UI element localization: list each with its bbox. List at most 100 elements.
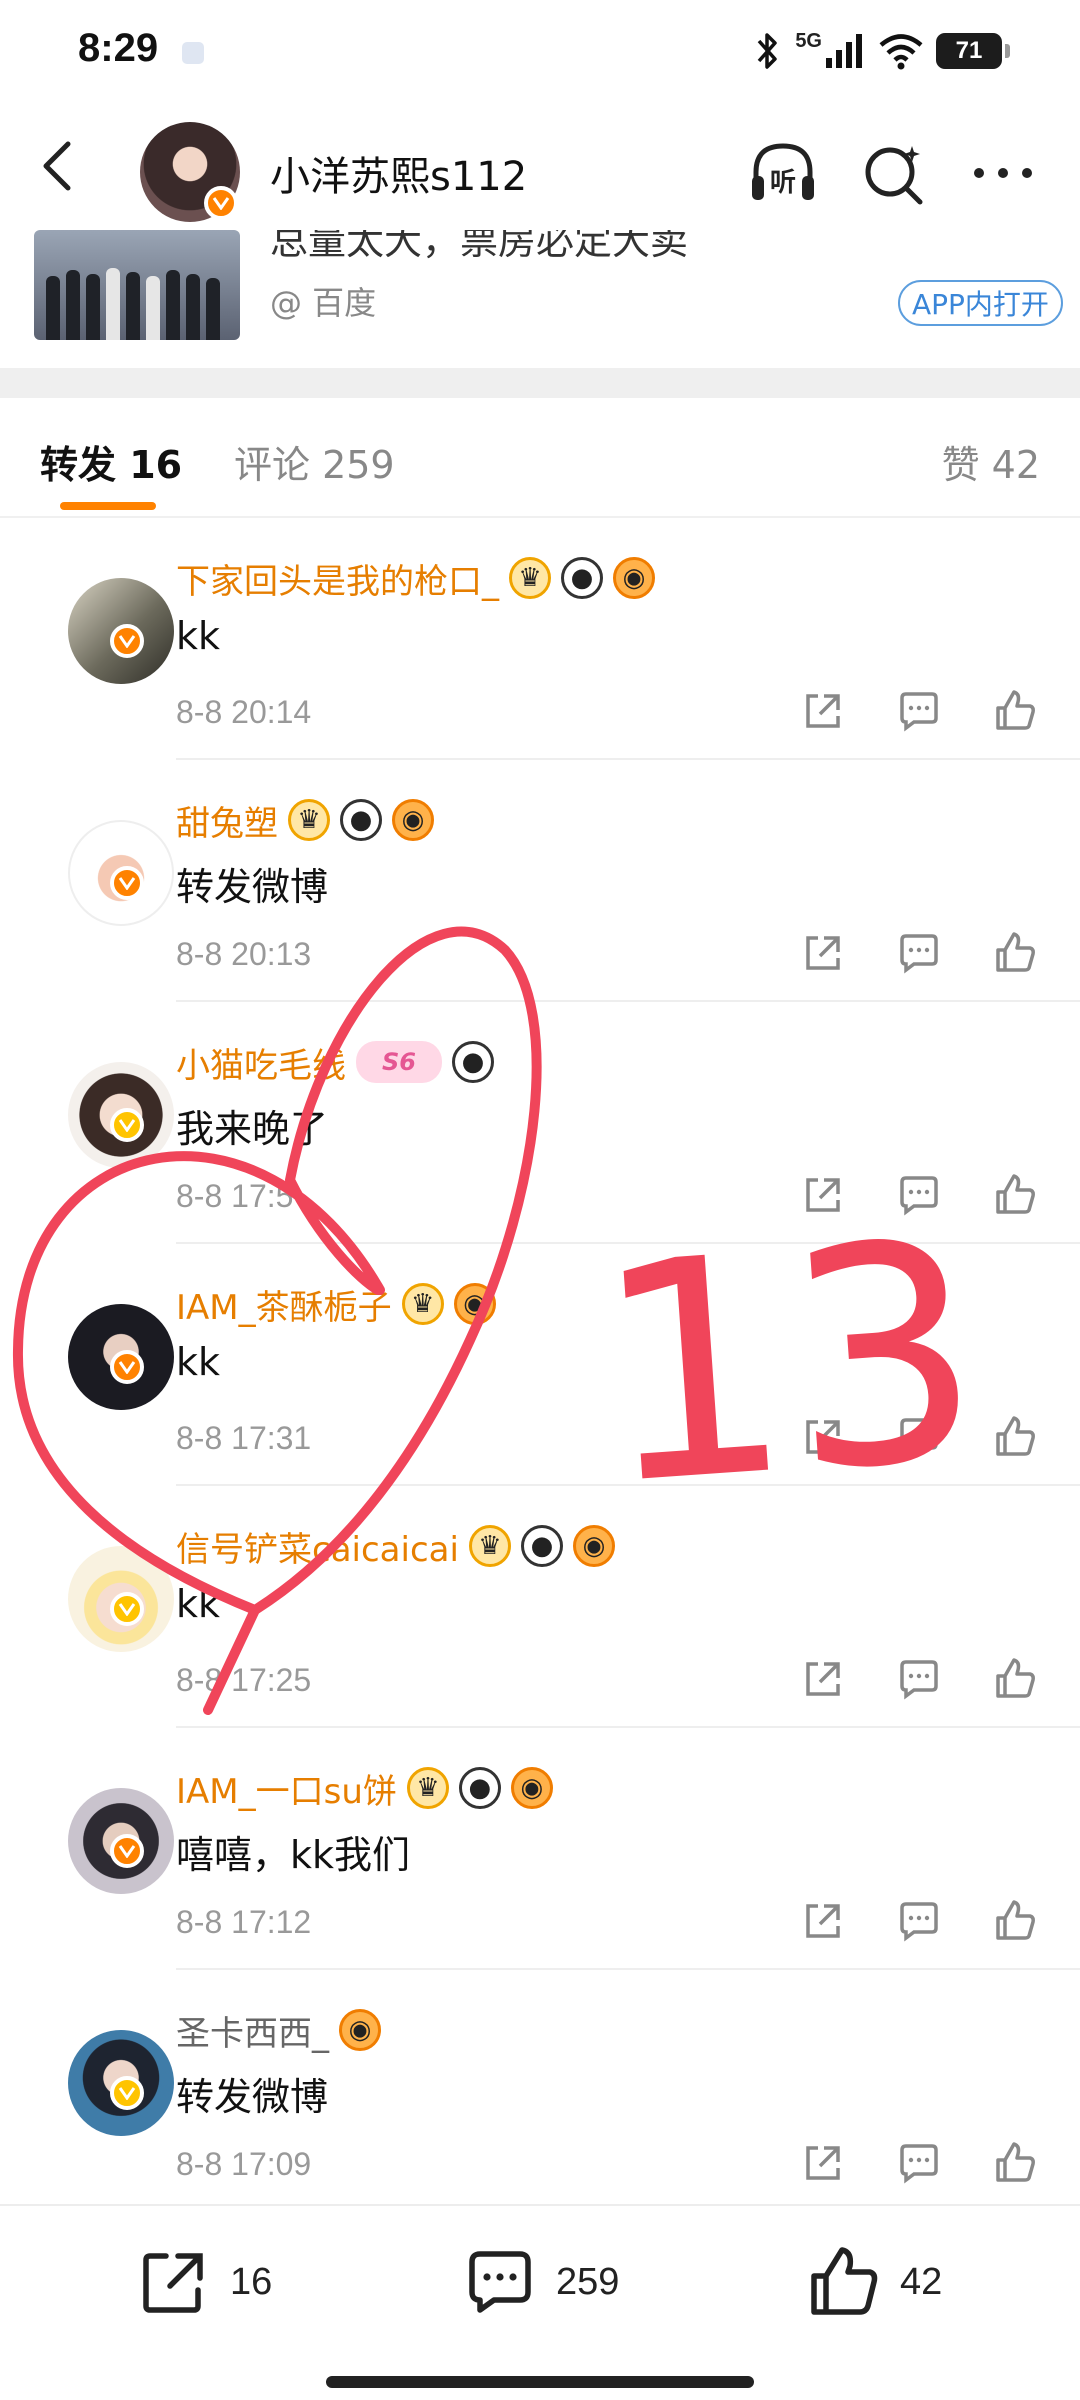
status-indicators: 5G 71 (753, 28, 1010, 74)
share-icon[interactable] (800, 1414, 846, 1460)
crown-medal-icon: ♛ (401, 1283, 444, 1325)
list-item[interactable]: 信号铲菜caicaicai ♛ ● ◉ kk 8-8 17:25 (0, 1486, 1080, 1728)
top-nav-bar: 小洋苏熙s112 听 (0, 100, 1080, 230)
status-time: 8:29 (78, 26, 159, 70)
comment-icon[interactable] (896, 930, 942, 976)
verified-badge-icon (110, 1350, 144, 1384)
share-icon[interactable] (800, 930, 846, 976)
panda-icon: ● (458, 1767, 501, 1809)
battery-icon: 71 (936, 33, 1010, 69)
timestamp: 8-8 20:13 (176, 936, 312, 972)
battery-level: 71 (955, 37, 983, 64)
like-count: 42 (900, 2260, 943, 2303)
username[interactable]: 圣卡西西_ (176, 2006, 329, 2055)
author-name[interactable]: 小洋苏熙s112 (270, 144, 527, 202)
thumbs-up-icon[interactable] (992, 930, 1038, 976)
verified-badge-icon (110, 624, 144, 658)
open-in-app-button[interactable]: APP内打开 (898, 280, 1063, 326)
fish-icon: ◉ (392, 799, 434, 841)
comment-icon[interactable] (896, 2140, 942, 2186)
crown-medal-icon: ♛ (509, 557, 551, 599)
repost-button[interactable]: 16 (136, 2242, 272, 2322)
level-badge: S6 (356, 1041, 442, 1083)
active-tab-indicator (60, 502, 156, 510)
timestamp: 8-8 17:09 (176, 2146, 312, 2182)
tab-likes[interactable]: 赞 42 (942, 434, 1040, 489)
comment-count: 259 (556, 2260, 620, 2303)
username[interactable]: 信号铲菜caicaicai (176, 1522, 459, 1571)
fish-icon: ◉ (572, 1525, 615, 1567)
wifi-icon (879, 34, 923, 70)
list-item[interactable]: 下家回头是我的枪口_ ♛ ● ◉ kk 8-8 20:14 (0, 518, 1080, 760)
fish-icon: ◉ (510, 1767, 553, 1809)
thumbs-up-icon[interactable] (992, 1898, 1038, 1944)
like-button[interactable]: 42 (806, 2242, 942, 2322)
timestamp: 8-8 17:12 (176, 1904, 312, 1940)
crown-medal-icon: ♛ (288, 799, 330, 841)
home-indicator (326, 2376, 754, 2388)
timestamp: 8-8 20:14 (176, 694, 312, 730)
list-item[interactable]: 圣卡西西_ ◉ 转发微博 8-8 17:09 (0, 1970, 1080, 2212)
share-icon[interactable] (800, 1898, 846, 1944)
thumbs-up-icon[interactable] (992, 1172, 1038, 1218)
username[interactable]: 甜兔塑 (176, 796, 278, 845)
repost-text: 转发微博 (176, 2075, 329, 2119)
comment-icon[interactable] (896, 688, 942, 734)
thumbs-up-icon[interactable] (992, 688, 1038, 734)
verified-badge-icon (110, 2076, 144, 2110)
link-source: @ 百度 (270, 284, 377, 322)
fish-icon: ◉ (453, 1283, 496, 1325)
verified-badge-icon (110, 866, 144, 900)
username[interactable]: 小猫吃毛线 (176, 1038, 346, 1087)
verified-badge-icon (204, 186, 238, 220)
repost-text: 转发微博 (176, 865, 329, 909)
list-item[interactable]: 小猫吃毛线 S6 ● 我来晚了 8-8 17:5 (0, 1002, 1080, 1244)
username[interactable]: IAM_茶酥栀子 (176, 1280, 392, 1329)
thumbs-up-icon (811, 2247, 878, 2315)
verified-badge-icon (110, 1592, 144, 1626)
headphones-listen-icon[interactable]: 听 (746, 136, 820, 210)
thumbs-up-icon[interactable] (992, 1656, 1038, 1702)
username[interactable]: 下家回头是我的枪口_ (176, 554, 499, 603)
list-item[interactable]: IAM_一口su饼 ♛ ● ◉ 嘻嘻，kk我们 8-8 17:12 (0, 1728, 1080, 1970)
repost-list: 下家回头是我的枪口_ ♛ ● ◉ kk 8-8 20:14 甜兔塑 ♛ ● ◉ … (0, 518, 1080, 2212)
comment-icon[interactable] (896, 1172, 942, 1218)
repost-text: 我来晚了 (176, 1107, 329, 1151)
notification-icon (182, 42, 204, 64)
search-icon[interactable] (856, 136, 930, 210)
tab-comments[interactable]: 评论 259 (234, 434, 395, 489)
fish-icon: ◉ (613, 557, 655, 599)
section-divider (0, 368, 1080, 398)
list-item[interactable]: 甜兔塑 ♛ ● ◉ 转发微博 8-8 20:13 (0, 760, 1080, 1002)
share-icon[interactable] (800, 2140, 846, 2186)
fish-icon: ◉ (339, 2009, 381, 2051)
status-bar: 8:29 5G 71 (0, 0, 1080, 100)
interaction-tabs: 转发 16 评论 259 赞 42 (0, 398, 1080, 518)
svg-text:听: 听 (770, 168, 796, 198)
share-icon[interactable] (800, 688, 846, 734)
panda-icon: ● (340, 799, 382, 841)
comment-icon[interactable] (896, 1898, 942, 1944)
tab-repost[interactable]: 转发 16 (40, 434, 182, 489)
comment-icon[interactable] (896, 1414, 942, 1460)
link-title: 总量太大，票房必定大卖 (270, 230, 689, 263)
comment-icon (469, 2251, 531, 2313)
timestamp: 8-8 17:25 (176, 1662, 312, 1698)
share-icon[interactable] (800, 1656, 846, 1702)
repost-text: kk (176, 1340, 221, 1384)
list-item[interactable]: IAM_茶酥栀子 ♛ ◉ kk 8-8 17:31 (0, 1244, 1080, 1486)
thumbs-up-icon[interactable] (992, 2140, 1038, 2186)
back-arrow-icon[interactable] (30, 136, 86, 196)
thumbs-up-icon[interactable] (992, 1414, 1038, 1460)
username[interactable]: IAM_一口su饼 (176, 1764, 397, 1813)
comment-icon[interactable] (896, 1656, 942, 1702)
share-icon (143, 2253, 203, 2313)
repost-count: 16 (230, 2260, 273, 2303)
link-card[interactable]: 总量太大，票房必定大卖 @ 百度 APP内打开 (0, 230, 1080, 360)
more-icon[interactable] (966, 136, 1040, 210)
repost-text: kk (176, 1582, 221, 1626)
crown-medal-icon: ♛ (406, 1767, 449, 1809)
comment-button[interactable]: 259 (462, 2242, 619, 2322)
link-thumbnail (34, 230, 240, 340)
share-icon[interactable] (800, 1172, 846, 1218)
